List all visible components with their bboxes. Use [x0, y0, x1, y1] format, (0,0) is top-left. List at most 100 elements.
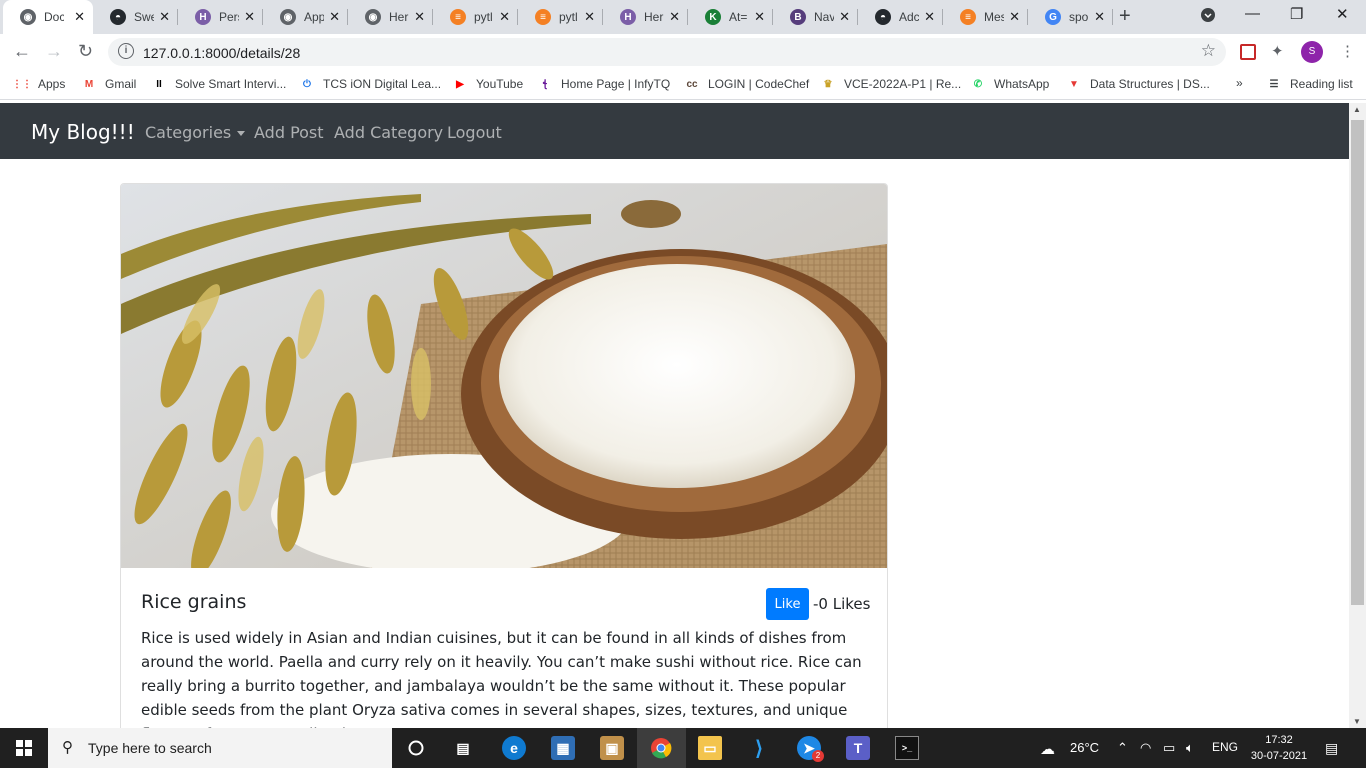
minimize-icon[interactable]: —: [1245, 5, 1260, 22]
extension-shield-icon[interactable]: [1240, 44, 1256, 60]
browser-tab[interactable]: ◓ Adc ✕: [858, 0, 943, 34]
notifications-icon[interactable]: ▤: [1325, 740, 1338, 757]
weather-cloud-icon[interactable]: ☁: [1040, 740, 1055, 758]
browser-tab[interactable]: B Nav ✕: [773, 0, 858, 34]
file-app-icon[interactable]: ▣: [600, 736, 624, 760]
language-indicator[interactable]: ENG: [1212, 740, 1238, 754]
browser-tab[interactable]: H Pers ✕: [178, 0, 263, 34]
bookmark-item[interactable]: ⋮⋮ Apps: [12, 76, 65, 92]
chrome-menu-icon[interactable]: ⋮: [1340, 42, 1355, 60]
reading-list-button[interactable]: ☰ Reading list: [1266, 76, 1353, 92]
chrome-icon[interactable]: [649, 736, 673, 760]
tab-favicon-icon: H: [620, 9, 636, 25]
reload-icon[interactable]: ↻: [78, 41, 93, 62]
tab-search-icon[interactable]: [1200, 7, 1216, 27]
wifi-icon[interactable]: ◠: [1140, 740, 1151, 756]
tab-close-icon[interactable]: ✕: [839, 9, 850, 25]
nav-logout[interactable]: Logout: [447, 123, 502, 142]
windows-taskbar: ⚲ Type here to search ▤ e ▦ ▣ ▭ ⟩ ➤ 2 T …: [0, 728, 1366, 768]
forward-icon[interactable]: →: [45, 41, 63, 62]
bookmark-item[interactable]: ✆ WhatsApp: [970, 76, 1050, 92]
tab-close-icon[interactable]: ✕: [1009, 9, 1020, 25]
tab-close-icon[interactable]: ✕: [669, 9, 680, 25]
site-info-icon[interactable]: i: [118, 43, 134, 59]
teams-icon[interactable]: T: [846, 736, 870, 760]
nav-categories-label: Categories: [145, 123, 232, 142]
scroll-up-icon[interactable]: ▲: [1353, 105, 1361, 114]
volume-icon[interactable]: 🔈︎: [1186, 740, 1194, 756]
page-scrollbar[interactable]: ▲ ▼: [1349, 103, 1366, 728]
browser-tab[interactable]: ≡ pytl ✕: [433, 0, 518, 34]
likes-count: -0 Likes: [813, 595, 871, 613]
edge-icon[interactable]: e: [502, 736, 526, 760]
close-window-icon[interactable]: ✕: [1336, 5, 1349, 23]
bookmark-favicon-icon: M: [84, 78, 94, 90]
browser-tab[interactable]: ◉ Her ✕: [348, 0, 433, 34]
store-icon[interactable]: ▦: [551, 736, 575, 760]
restore-icon[interactable]: ❐: [1290, 5, 1303, 23]
bookmark-favicon-icon: ♛: [823, 78, 833, 90]
task-view-icon[interactable]: ▤: [451, 736, 475, 760]
windows-start-icon[interactable]: [16, 740, 32, 759]
tab-title: pytl: [559, 10, 578, 24]
browser-tab[interactable]: ≡ Mes ✕: [943, 0, 1028, 34]
bookmark-star-icon[interactable]: ☆: [1201, 41, 1216, 61]
tab-close-icon[interactable]: ✕: [244, 9, 255, 25]
tab-close-icon[interactable]: ✕: [414, 9, 425, 25]
browser-tab[interactable]: Gspo ✕: [1028, 0, 1113, 34]
tab-close-icon[interactable]: ✕: [924, 9, 935, 25]
tab-close-icon[interactable]: ✕: [754, 9, 765, 25]
tab-close-icon[interactable]: ✕: [584, 9, 595, 25]
tab-title: Adc: [899, 10, 919, 24]
tab-close-icon[interactable]: ✕: [159, 9, 170, 25]
url-text[interactable]: 127.0.0.1:8000/details/28: [143, 45, 300, 61]
bookmark-item[interactable]: ♛ VCE-2022A-P1 | Re...: [820, 76, 962, 92]
file-explorer-icon[interactable]: ▭: [698, 736, 722, 760]
battery-icon[interactable]: ▭: [1163, 740, 1175, 756]
browser-tab[interactable]: ◓ Swe ✕: [93, 0, 178, 34]
chevron-down-icon: [237, 131, 246, 136]
like-button[interactable]: Like: [766, 588, 809, 620]
browser-tab[interactable]: ◉ Doc ✕: [3, 0, 93, 34]
site-brand[interactable]: My Blog!!!: [31, 120, 135, 144]
bookmark-item[interactable]: M Gmail: [81, 76, 137, 92]
browser-tab[interactable]: H Her ✕: [603, 0, 688, 34]
address-bar[interactable]: i 127.0.0.1:8000/details/28 ☆: [108, 38, 1226, 66]
bookmark-item[interactable]: ⏻ TCS iON Digital Lea...: [299, 76, 441, 92]
bookmark-item[interactable]: cc LOGIN | CodeChef: [684, 76, 809, 92]
bookmark-item[interactable]: ▶ YouTube: [452, 76, 523, 92]
browser-tab[interactable]: ◉ App ✕: [263, 0, 348, 34]
tray-chevron-up-icon[interactable]: ⌃: [1117, 740, 1128, 756]
weather-temperature[interactable]: 26°C: [1070, 740, 1099, 755]
system-clock[interactable]: 17:32 30-07-2021: [1248, 732, 1310, 764]
bookmark-item[interactable]: ▼ Data Structures | DS...: [1066, 76, 1210, 92]
profile-avatar[interactable]: S: [1301, 41, 1323, 63]
cortana-icon[interactable]: [404, 736, 428, 760]
terminal-icon[interactable]: >_: [895, 736, 919, 760]
bookmark-label: LOGIN | CodeChef: [708, 77, 810, 91]
tab-favicon-icon: ◓: [875, 9, 891, 25]
taskbar-search-box[interactable]: ⚲ Type here to search: [48, 728, 392, 768]
tab-close-icon[interactable]: ✕: [329, 9, 340, 25]
bookmark-label: YouTube: [476, 77, 524, 91]
bookmarks-overflow-button[interactable]: »: [1236, 76, 1243, 90]
tab-title: At=: [729, 10, 748, 24]
tab-close-icon[interactable]: ✕: [74, 9, 85, 25]
vscode-icon[interactable]: ⟩: [747, 736, 771, 760]
nav-categories-dropdown[interactable]: Categories: [145, 123, 246, 142]
nav-add-category[interactable]: Add Category: [334, 123, 443, 142]
new-tab-button[interactable]: +: [1119, 5, 1131, 28]
browser-tab[interactable]: K At= ✕: [688, 0, 773, 34]
browser-tab[interactable]: ≡ pytl ✕: [518, 0, 603, 34]
scroll-down-icon[interactable]: ▼: [1353, 717, 1361, 726]
clock-date: 30-07-2021: [1250, 750, 1308, 762]
scrollbar-thumb[interactable]: [1351, 120, 1364, 605]
nav-add-post[interactable]: Add Post: [254, 123, 324, 142]
back-icon[interactable]: ←: [13, 41, 31, 62]
bookmark-item[interactable]: II Solve Smart Intervi...: [151, 76, 286, 92]
bookmark-item[interactable]: ꞎ Home Page | InfyTQ: [537, 76, 671, 92]
bookmark-favicon-icon: ⏻: [303, 78, 311, 90]
extensions-puzzle-icon[interactable]: ✦: [1271, 42, 1284, 60]
tab-close-icon[interactable]: ✕: [1094, 9, 1105, 25]
tab-close-icon[interactable]: ✕: [499, 9, 510, 25]
